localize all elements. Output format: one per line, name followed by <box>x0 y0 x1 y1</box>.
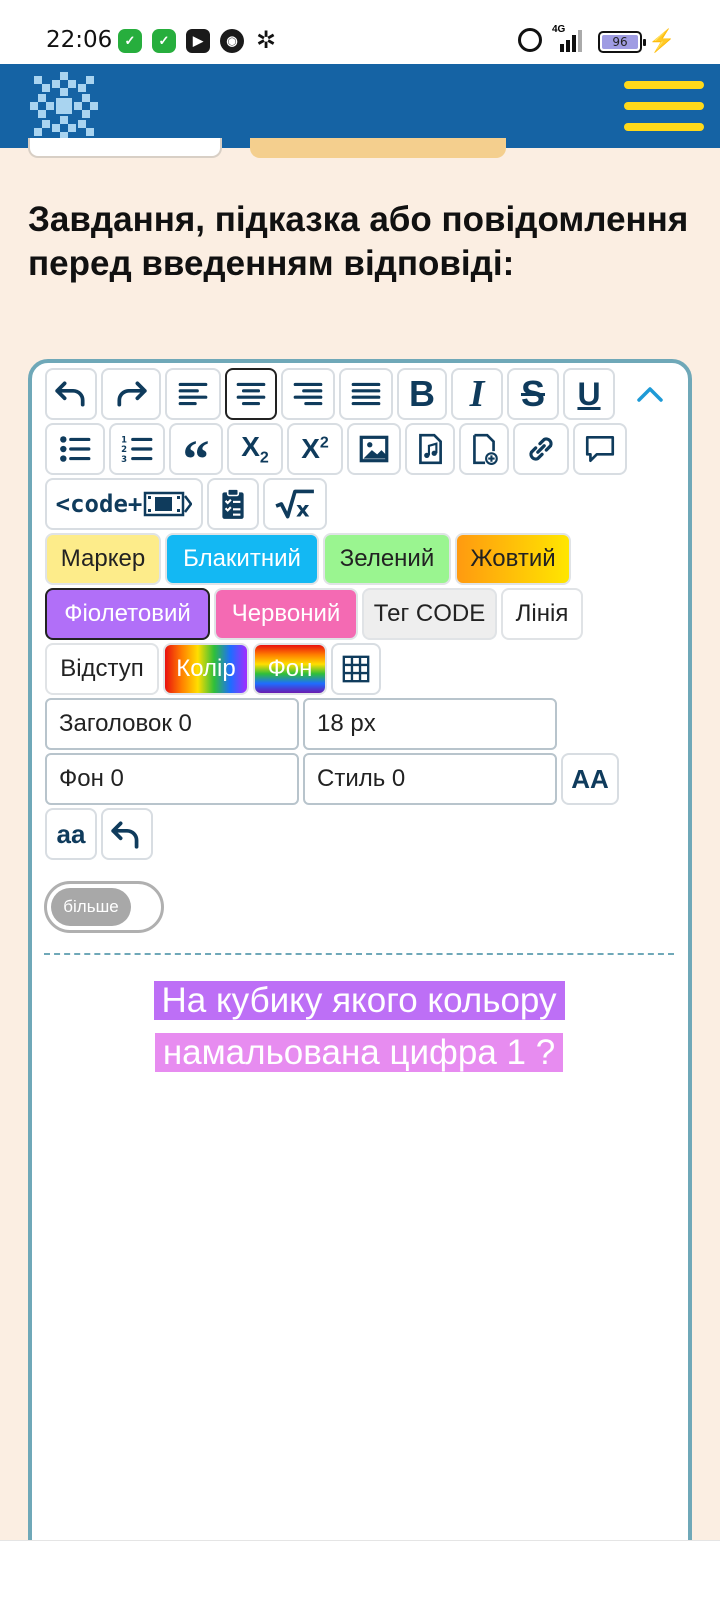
image-icon <box>359 435 389 463</box>
numbered-list-button[interactable]: 123 <box>109 423 165 475</box>
redo-icon <box>117 381 147 407</box>
square-root-icon: x <box>275 489 314 521</box>
marker-chip[interactable]: Маркер <box>45 533 161 585</box>
toolbar-divider <box>44 953 674 955</box>
subscript-icon: X2 <box>241 430 269 467</box>
align-left-button[interactable] <box>165 368 221 420</box>
align-left-icon <box>178 382 208 406</box>
more-toggle[interactable]: більше <box>44 881 164 933</box>
numbered-list-icon: 123 <box>121 436 153 465</box>
italic-icon: I <box>469 373 485 415</box>
code-tag-chip[interactable]: Тег CODE <box>362 588 497 640</box>
content-line-1: На кубику якого кольору <box>153 981 565 1020</box>
insert-code-media-button[interactable]: <code+ <box>45 478 203 530</box>
justify-button[interactable] <box>339 368 393 420</box>
site-header <box>0 64 720 148</box>
font-size-select[interactable]: 18 px <box>303 698 557 750</box>
system-nav-bar <box>0 1540 720 1604</box>
partial-button-2[interactable] <box>250 138 506 158</box>
collapse-toolbar-button[interactable] <box>633 378 667 412</box>
insert-image-button[interactable] <box>347 423 401 475</box>
align-center-icon <box>236 382 266 406</box>
undo-button[interactable] <box>45 368 97 420</box>
battery-icon: 96 <box>598 31 646 53</box>
film-strip-icon <box>144 491 193 517</box>
partial-button[interactable] <box>28 138 222 158</box>
justify-icon <box>351 382 381 406</box>
quote-button[interactable]: “ <box>169 423 223 486</box>
red-chip[interactable]: Червоний <box>214 588 358 640</box>
svg-text:x: x <box>296 498 310 521</box>
redo-button[interactable] <box>101 368 161 420</box>
insert-test-button[interactable] <box>207 478 259 530</box>
comment-icon <box>585 435 615 463</box>
add-file-icon <box>473 433 498 465</box>
insert-file-button[interactable] <box>459 423 509 475</box>
alarm-icon <box>518 28 542 52</box>
undo-icon <box>55 381 85 407</box>
italic-button[interactable]: I <box>451 368 503 420</box>
violet-chip[interactable]: Фіолетовий <box>45 588 210 640</box>
line-chip[interactable]: Лінія <box>501 588 583 640</box>
status-time: 22:06 <box>46 27 113 53</box>
bullet-list-button[interactable] <box>45 423 105 475</box>
uppercase-button[interactable]: AA <box>561 753 619 805</box>
insert-link-button[interactable] <box>513 423 569 475</box>
signal-icon: 4G <box>552 24 586 52</box>
shield-app-icon-2: ✓ <box>152 29 176 53</box>
hamburger-menu-icon[interactable] <box>624 81 704 131</box>
insert-comment-button[interactable] <box>573 423 627 475</box>
lowercase-button[interactable]: aa <box>45 808 97 860</box>
underline-button[interactable]: U <box>563 368 615 420</box>
blue-chip[interactable]: Блакитний <box>165 533 319 585</box>
clipboard-checklist-icon <box>222 488 244 519</box>
status-bar: 22:06 ✓ ✓ ▶ ◉ ✲ 4G 96 ⚡ <box>0 0 720 64</box>
bold-button[interactable]: B <box>397 368 447 420</box>
content-line-2: намальована цифра 1 ? <box>154 1033 564 1072</box>
underline-icon: U <box>577 375 601 412</box>
svg-text:3: 3 <box>121 455 127 465</box>
insert-table-button[interactable] <box>331 643 381 695</box>
align-right-button[interactable] <box>281 368 335 420</box>
chevron-up-icon <box>637 387 663 402</box>
strikethrough-button[interactable]: S <box>507 368 559 420</box>
record-icon: ◉ <box>220 29 244 53</box>
green-chip[interactable]: Зелений <box>323 533 451 585</box>
background-select[interactable]: Фон 0 <box>45 753 299 805</box>
background-color-chip[interactable]: Фон <box>253 643 327 695</box>
text-color-chip[interactable]: Колір <box>163 643 249 695</box>
heading-select[interactable]: Заголовок 0 <box>45 698 299 750</box>
svg-text:1: 1 <box>121 436 127 446</box>
audio-file-icon <box>419 433 442 465</box>
undo-format-icon <box>111 821 139 849</box>
more-toggle-knob: більше <box>51 888 131 926</box>
superscript-button[interactable]: X2 <box>287 423 343 475</box>
page-title: Завдання, підказка або повідомлення пере… <box>28 200 689 283</box>
charging-icon: ⚡ <box>648 28 676 53</box>
shield-app-icon: ✓ <box>118 29 142 53</box>
strikethrough-icon: S <box>520 373 545 414</box>
align-center-button[interactable] <box>225 368 277 420</box>
snowflake-ornament-icon[interactable] <box>28 70 100 142</box>
superscript-icon: X2 <box>301 433 329 464</box>
indent-chip[interactable]: Відступ <box>45 643 159 695</box>
link-icon <box>529 437 553 461</box>
reset-format-button[interactable] <box>101 808 153 860</box>
youtube-icon: ▶ <box>186 29 210 53</box>
align-right-icon <box>293 382 323 406</box>
style-select[interactable]: Стиль 0 <box>303 753 557 805</box>
svg-text:2: 2 <box>121 445 127 455</box>
yellow-chip[interactable]: Жовтий <box>455 533 571 585</box>
bullet-list-icon <box>60 436 91 462</box>
sparkle-icon: ✲ <box>256 27 277 54</box>
insert-formula-button[interactable]: x <box>263 478 327 530</box>
editor-content[interactable]: На кубику якого кольору намальована цифр… <box>44 975 674 1079</box>
bold-icon: B <box>409 373 435 414</box>
table-icon <box>342 655 370 683</box>
insert-audio-button[interactable] <box>405 423 455 475</box>
subscript-button[interactable]: X2 <box>227 423 283 475</box>
